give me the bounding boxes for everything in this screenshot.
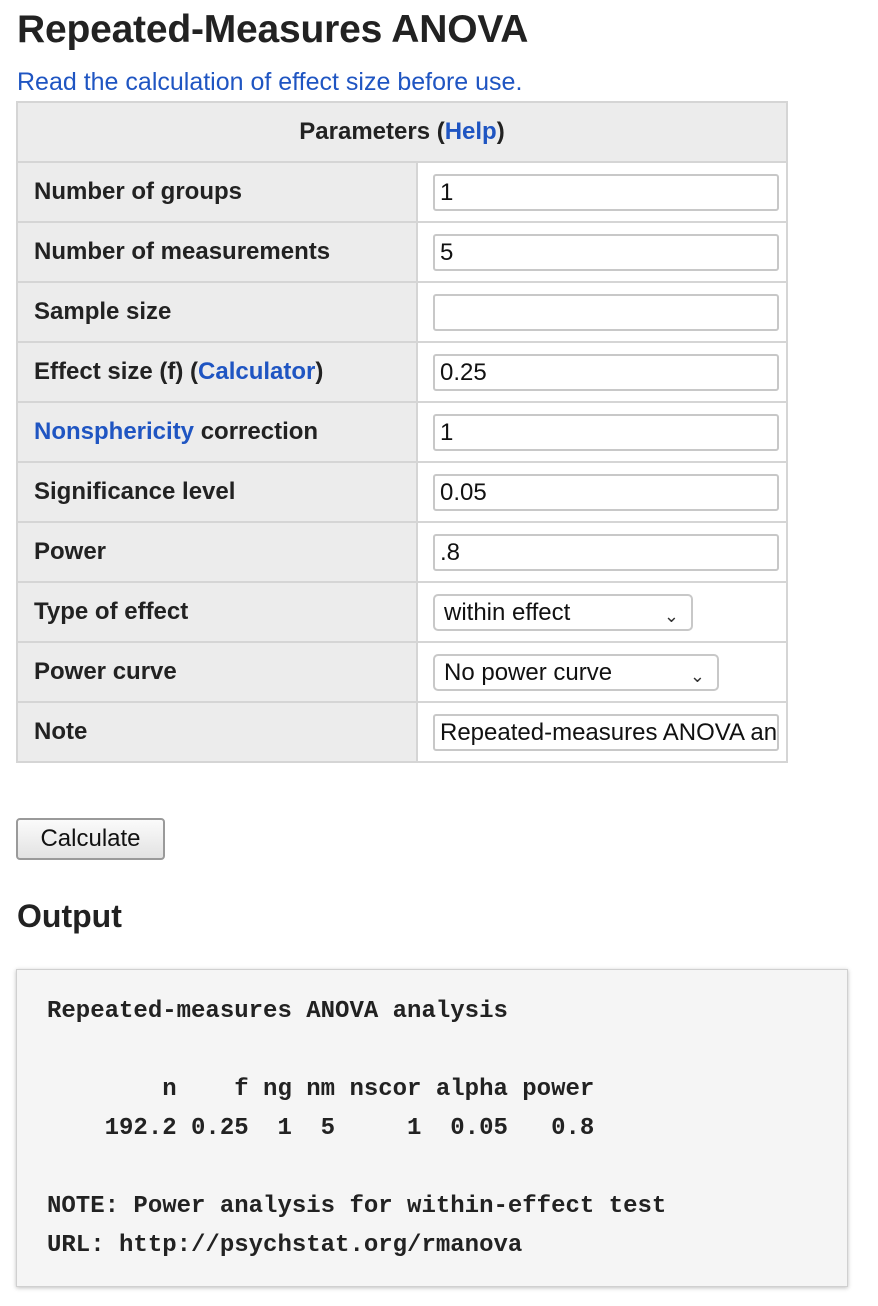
power-label: Power (16, 521, 418, 583)
effect-size-label-prefix: Effect size (f) ( (34, 358, 199, 385)
calculate-button[interactable]: Calculate (16, 818, 165, 860)
calculator-link[interactable]: Calculator (198, 358, 315, 385)
chevron-down-icon: ⌄ (663, 605, 679, 626)
output-text: Repeated-measures ANOVA analysis n f ng … (47, 998, 667, 1259)
type-of-effect-selected: within effect (444, 598, 571, 626)
power-curve-select[interactable]: No power curve ⌄ (433, 653, 719, 691)
page-title: Repeated-Measures ANOVA (17, 8, 529, 51)
row-number-of-groups: Number of groups 1 (16, 161, 788, 223)
note-label: Note (16, 701, 418, 763)
parameters-header-suffix: ) (496, 118, 505, 145)
nonsphericity-label-suffix: correction (194, 418, 319, 445)
nonsphericity-label: Nonsphericity correction (16, 401, 418, 463)
type-of-effect-select[interactable]: within effect ⌄ (433, 593, 693, 631)
note-input[interactable]: Repeated-measures ANOVA analysis (433, 713, 779, 751)
nonsphericity-link[interactable]: Nonsphericity (34, 418, 194, 445)
power-input[interactable]: .8 (433, 533, 779, 571)
number-of-measurements-input[interactable]: 5 (433, 233, 779, 271)
effect-size-notice-link[interactable]: Read the calculation of effect size befo… (17, 68, 522, 97)
help-link[interactable]: Help (445, 118, 497, 145)
power-curve-label: Power curve (16, 641, 418, 703)
row-type-of-effect: Type of effect within effect ⌄ (16, 581, 788, 643)
output-heading: Output (17, 898, 122, 934)
row-power-curve: Power curve No power curve ⌄ (16, 641, 788, 703)
sample-size-label: Sample size (16, 281, 418, 343)
nonsphericity-input[interactable]: 1 (433, 413, 779, 451)
row-effect-size: Effect size (f) (Calculator) 0.25 (16, 341, 788, 403)
parameters-table: Parameters (Help) Number of groups 1 Num… (16, 101, 788, 763)
number-of-groups-label: Number of groups (16, 161, 418, 223)
type-of-effect-label: Type of effect (16, 581, 418, 643)
row-nonsphericity: Nonsphericity correction 1 (16, 401, 788, 463)
significance-level-input[interactable]: 0.05 (433, 473, 779, 511)
row-sample-size: Sample size (16, 281, 788, 343)
chevron-down-icon: ⌄ (689, 665, 705, 686)
effect-size-label-suffix: ) (315, 358, 324, 385)
row-note: Note Repeated-measures ANOVA analysis (16, 701, 788, 763)
number-of-groups-input[interactable]: 1 (433, 173, 779, 211)
row-power: Power .8 (16, 521, 788, 583)
row-number-of-measurements: Number of measurements 5 (16, 221, 788, 283)
significance-level-label: Significance level (16, 461, 418, 523)
effect-size-label: Effect size (f) (Calculator) (16, 341, 418, 403)
output-panel: Repeated-measures ANOVA analysis n f ng … (16, 969, 848, 1287)
parameters-header: Parameters (Help) (16, 101, 788, 163)
power-curve-selected: No power curve (444, 658, 613, 686)
effect-size-input[interactable]: 0.25 (433, 353, 779, 391)
row-significance-level: Significance level 0.05 (16, 461, 788, 523)
sample-size-input[interactable] (433, 293, 779, 331)
parameters-header-prefix: Parameters ( (299, 118, 445, 145)
number-of-measurements-label: Number of measurements (16, 221, 418, 283)
parameters-header-row: Parameters (Help) (16, 101, 788, 163)
